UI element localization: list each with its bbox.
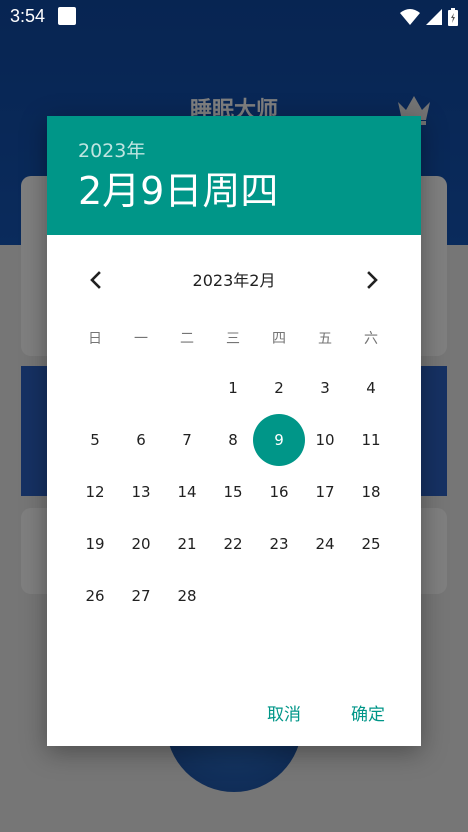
status-time: 3:54 <box>10 6 46 26</box>
calendar-day[interactable]: 12 <box>72 466 118 518</box>
weekday-label: 五 <box>318 331 332 347</box>
calendar-day[interactable]: 11 <box>348 414 394 466</box>
calendar-day-number: 15 <box>223 483 243 501</box>
calendar-day-number: 18 <box>361 483 381 501</box>
calendar-week-row: 1 2 3 4 <box>72 362 394 414</box>
calendar-day[interactable]: 16 <box>256 466 302 518</box>
date-picker-dialog: 2023年 2月9日周四 2023年2月 日 一 二 三 四 五 六 12345… <box>47 116 421 746</box>
calendar-day[interactable]: 19 <box>72 518 118 570</box>
calendar-day[interactable]: 20 <box>118 518 164 570</box>
calendar-day[interactable]: 27 <box>118 570 164 622</box>
calendar-grid: 1 2 3 4 5 6 7 8 9 10 11 12 13 14 15 16 17 18 19 20 21 22 23 24 2… <box>72 362 394 622</box>
calendar-day-number: 8 <box>228 431 238 449</box>
chevron-right-icon[interactable] <box>356 266 388 294</box>
calendar-day[interactable]: 25 <box>348 518 394 570</box>
calendar-day-number: 22 <box>223 535 243 553</box>
calendar-day-number: 13 <box>131 483 151 501</box>
calendar-day[interactable]: 4 <box>348 362 394 414</box>
calendar-day-number: 11 <box>361 431 381 449</box>
cell-signal-icon <box>426 9 442 25</box>
calendar-day-number: 6 <box>136 431 146 449</box>
calendar-day-selected[interactable]: 9 <box>253 414 305 466</box>
calendar-day-number: 21 <box>177 535 197 553</box>
ok-button[interactable]: 确定 <box>333 694 403 730</box>
calendar-week-row: 26 27 28 <box>72 570 394 622</box>
header-selected-date[interactable]: 2月9日周四 <box>78 160 278 215</box>
calendar-day[interactable]: 10 <box>302 414 348 466</box>
calendar-day-number: 3 <box>320 379 330 397</box>
calendar-day-number: 27 <box>131 587 151 605</box>
notification-icon <box>58 7 76 25</box>
calendar-day[interactable]: 3 <box>302 362 348 414</box>
calendar-empty-cell <box>118 362 164 414</box>
status-bar: 3:54 <box>0 0 468 34</box>
calendar-day[interactable]: 26 <box>72 570 118 622</box>
calendar-day[interactable]: 22 <box>210 518 256 570</box>
calendar-day[interactable]: 15 <box>210 466 256 518</box>
calendar-day[interactable]: 13 <box>118 466 164 518</box>
calendar-day-number: 12 <box>85 483 105 501</box>
wifi-icon <box>400 9 420 25</box>
calendar-day[interactable]: 21 <box>164 518 210 570</box>
calendar-day[interactable]: 5 <box>72 414 118 466</box>
calendar-day-number: 5 <box>90 431 100 449</box>
weekday-label: 二 <box>180 331 194 347</box>
calendar-empty-cell <box>302 570 348 622</box>
calendar-week-row: 19 20 21 22 23 24 25 <box>72 518 394 570</box>
battery-icon <box>448 8 458 26</box>
calendar-day[interactable]: 7 <box>164 414 210 466</box>
calendar-day[interactable]: 2 <box>256 362 302 414</box>
calendar-day[interactable]: 8 <box>210 414 256 466</box>
calendar-empty-cell <box>164 362 210 414</box>
weekday-label: 四 <box>272 331 286 347</box>
calendar-week-row: 5 6 7 8 9 10 11 <box>72 414 394 466</box>
weekday-label: 日 <box>88 331 102 347</box>
calendar-day-number: 19 <box>85 535 105 553</box>
dialog-actions: 取消 确定 <box>249 694 421 730</box>
calendar-empty-cell <box>210 570 256 622</box>
calendar-empty-cell <box>72 362 118 414</box>
calendar-day-number: 7 <box>182 431 192 449</box>
calendar-day[interactable]: 6 <box>118 414 164 466</box>
calendar-day-number: 26 <box>85 587 105 605</box>
header-year[interactable]: 2023年 <box>78 136 145 163</box>
calendar-day-number: 1 <box>228 379 238 397</box>
calendar-day-number: 23 <box>269 535 289 553</box>
calendar-day-number: 17 <box>315 483 335 501</box>
calendar-day-number: 2 <box>274 379 284 397</box>
calendar-empty-cell <box>256 570 302 622</box>
calendar-day[interactable]: 1 <box>210 362 256 414</box>
calendar-day[interactable]: 18 <box>348 466 394 518</box>
calendar-day[interactable]: 24 <box>302 518 348 570</box>
calendar-day-number: 16 <box>269 483 289 501</box>
calendar-day-number: 9 <box>274 431 284 449</box>
calendar-week-row: 12 13 14 15 16 17 18 <box>72 466 394 518</box>
calendar-day-number: 20 <box>131 535 151 553</box>
weekday-header: 日 一 二 三 四 五 六 <box>72 328 394 348</box>
calendar-day-number: 4 <box>366 379 376 397</box>
calendar-day-number: 25 <box>361 535 381 553</box>
calendar-empty-cell <box>348 570 394 622</box>
status-icons <box>400 7 458 27</box>
calendar-day[interactable]: 28 <box>164 570 210 622</box>
calendar-day[interactable]: 17 <box>302 466 348 518</box>
weekday-label: 六 <box>364 331 378 347</box>
dialog-header: 2023年 2月9日周四 <box>47 116 421 235</box>
weekday-label: 一 <box>134 331 148 347</box>
calendar-day-number: 28 <box>177 587 197 605</box>
calendar-day-number: 10 <box>315 431 335 449</box>
calendar-day-number: 24 <box>315 535 335 553</box>
calendar-day[interactable]: 14 <box>164 466 210 518</box>
calendar-day-number: 14 <box>177 483 197 501</box>
weekday-label: 三 <box>226 331 240 347</box>
cancel-button[interactable]: 取消 <box>249 694 319 730</box>
calendar-day[interactable]: 23 <box>256 518 302 570</box>
